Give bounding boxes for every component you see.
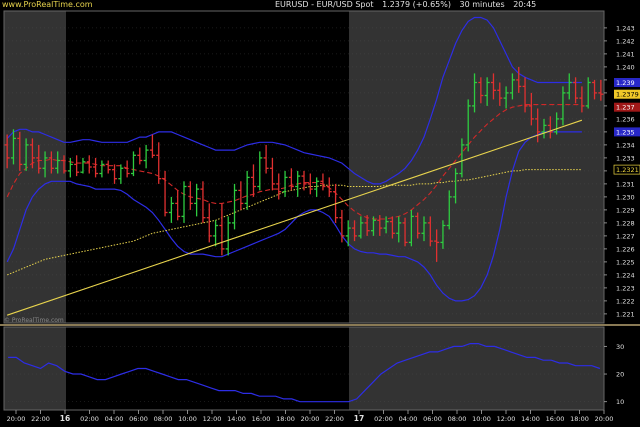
price-chart[interactable]: 1.2431.2421.2411.2401.2391.2381.2371.236…	[0, 0, 640, 427]
timeframe: 30 minutes	[459, 0, 505, 9]
price-change: 1.2379 (+0.65%)	[382, 0, 451, 9]
time-axis: 20:00 22:00 16 02:00 04:00 06:00 08:00 10:00 12:…	[7, 410, 614, 423]
price-label: 1.237	[616, 104, 635, 112]
site-label[interactable]: www.ProRealTime.com	[2, 0, 93, 9]
price-axis: 1.2431.2421.2411.2401.2391.2381.2371.236…	[604, 24, 640, 318]
x-tick-label: 04:00	[105, 415, 124, 423]
x-tick-label: 06:00	[129, 415, 148, 423]
price-label: 1.235	[616, 128, 635, 136]
session-band-indicator	[66, 327, 349, 410]
x-tick-label: 12:00	[497, 415, 516, 423]
x-tick-label: 14:00	[227, 415, 246, 423]
x-tick-label: 08:00	[448, 415, 467, 423]
x-tick-label: 14:00	[521, 415, 540, 423]
x-tick-label: 18:00	[276, 415, 295, 423]
y-tick-label: 1.221	[616, 310, 635, 318]
x-tick-label: 08:00	[154, 415, 173, 423]
y-tick-label: 1.242	[616, 37, 635, 45]
y-tick-label: 1.234	[616, 141, 635, 149]
y-tick-label: 1.240	[616, 63, 635, 71]
price-label: 1.2321	[616, 166, 639, 174]
x-tick-label: 16:00	[252, 415, 271, 423]
y-tick-label: 1.224	[616, 271, 635, 279]
indicator-tick-label: 10	[616, 398, 624, 406]
watermark: © ProRealTime.com	[4, 317, 64, 324]
instrument-name: EURUSD - EUR/USD Spot	[275, 0, 374, 9]
y-tick-label: 1.227	[616, 232, 635, 240]
chart-header: www.ProRealTime.com EURUSD - EUR/USD Spo…	[0, 0, 640, 10]
x-tick-label: 16	[60, 414, 70, 423]
indicator-tick-label: 20	[616, 371, 624, 379]
y-tick-label: 1.222	[616, 297, 635, 305]
y-tick-label: 1.230	[616, 193, 635, 201]
clock: 20:45	[513, 0, 537, 9]
x-tick-label: 20:00	[301, 415, 320, 423]
x-tick-label: 20:00	[595, 415, 614, 423]
session-band	[349, 11, 604, 323]
y-tick-label: 1.225	[616, 258, 635, 266]
x-tick-label: 16:00	[546, 415, 565, 423]
indicator-tick-label: 30	[616, 343, 624, 351]
x-tick-label: 02:00	[80, 415, 99, 423]
y-tick-label: 1.223	[616, 284, 635, 292]
x-tick-label: 17	[354, 414, 364, 423]
x-tick-label: 12:00	[203, 415, 222, 423]
x-tick-label: 18:00	[570, 415, 589, 423]
price-label: 1.239	[616, 79, 635, 87]
x-tick-label: 06:00	[423, 415, 442, 423]
x-tick-label: 04:00	[399, 415, 418, 423]
session-band-indicator	[349, 327, 604, 410]
x-tick-label: 22:00	[325, 415, 344, 423]
x-tick-label: 10:00	[178, 415, 197, 423]
session-band	[4, 11, 66, 323]
price-label: 1.2379	[616, 91, 639, 99]
y-tick-label: 1.228	[616, 219, 635, 227]
instrument-info: EURUSD - EUR/USD Spot 1.2379 (+0.65%) 30…	[275, 0, 542, 9]
x-tick-label: 02:00	[374, 415, 393, 423]
y-tick-label: 1.229	[616, 206, 635, 214]
y-tick-label: 1.236	[616, 115, 635, 123]
x-tick-label: 20:00	[7, 415, 26, 423]
y-tick-label: 1.231	[616, 180, 635, 188]
y-tick-label: 1.233	[616, 154, 635, 162]
y-tick-label: 1.243	[616, 24, 635, 32]
session-band-indicator	[4, 327, 66, 410]
y-tick-label: 1.241	[616, 50, 635, 58]
x-tick-label: 22:00	[31, 415, 50, 423]
y-tick-label: 1.226	[616, 245, 635, 253]
x-tick-label: 10:00	[472, 415, 491, 423]
